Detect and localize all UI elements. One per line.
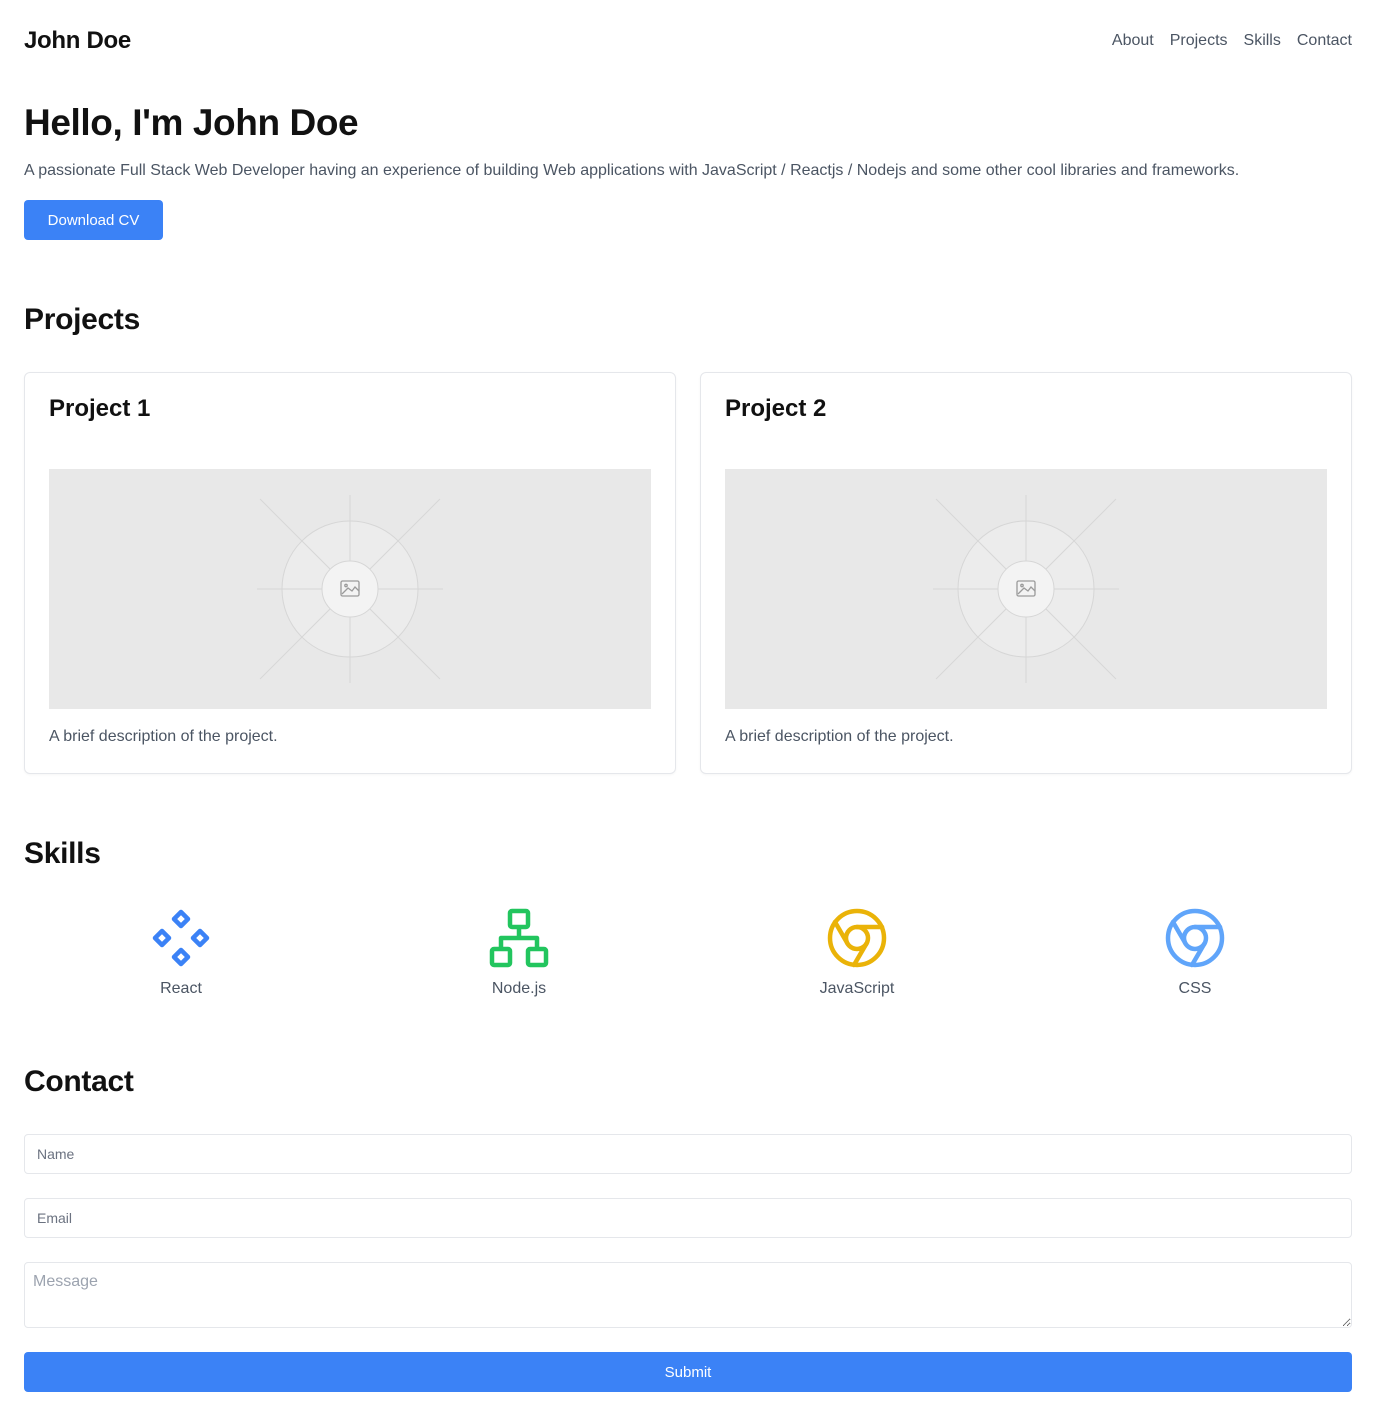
site-header: John Doe About Projects Skills Contact	[24, 26, 1352, 56]
message-field[interactable]	[24, 1262, 1352, 1328]
email-field[interactable]	[24, 1198, 1352, 1238]
image-placeholder-icon	[257, 495, 443, 683]
skill-label: Node.js	[491, 980, 547, 997]
project-description: A brief description of the project.	[725, 728, 954, 745]
skill-item-css: CSS	[1095, 908, 1295, 998]
skill-item-javascript: JavaScript	[757, 908, 957, 998]
contact-heading: Contact	[24, 1065, 134, 1098]
hero-title: Hello, I'm John Doe	[24, 102, 359, 143]
brand-name[interactable]: John Doe	[24, 27, 131, 55]
project-title: Project 2	[725, 395, 827, 422]
component-icon	[152, 909, 210, 967]
projects-heading: Projects	[24, 303, 140, 336]
nav-link-about[interactable]: About	[1112, 32, 1154, 50]
nav-link-contact[interactable]: Contact	[1297, 32, 1352, 50]
hero-description: A passionate Full Stack Web Developer ha…	[24, 162, 1240, 179]
submit-button[interactable]: Submit	[24, 1352, 1352, 1392]
skill-label: JavaScript	[819, 980, 895, 997]
image-placeholder-icon	[933, 495, 1119, 683]
download-cv-button[interactable]: Download CV	[24, 200, 163, 240]
project-image	[49, 469, 651, 709]
project-description: A brief description of the project.	[49, 728, 278, 745]
skill-label: CSS	[1178, 980, 1212, 997]
chrome-icon	[827, 908, 887, 968]
nav-link-projects[interactable]: Projects	[1170, 32, 1228, 50]
project-card[interactable]: Project 2 A brief description of the pro…	[700, 372, 1352, 774]
chrome-icon	[1165, 908, 1225, 968]
skills-heading: Skills	[24, 837, 101, 870]
nav-link-skills[interactable]: Skills	[1244, 32, 1281, 50]
main-nav: About Projects Skills Contact	[1112, 32, 1352, 50]
sitemap-icon	[489, 908, 549, 968]
project-image	[725, 469, 1327, 709]
skill-label: React	[160, 980, 202, 997]
project-card[interactable]: Project 1 A brief description of the pro…	[24, 372, 676, 774]
skill-item-react: React	[81, 908, 281, 998]
name-field[interactable]	[24, 1134, 1352, 1174]
project-title: Project 1	[49, 395, 151, 422]
skill-item-nodejs: Node.js	[419, 908, 619, 998]
